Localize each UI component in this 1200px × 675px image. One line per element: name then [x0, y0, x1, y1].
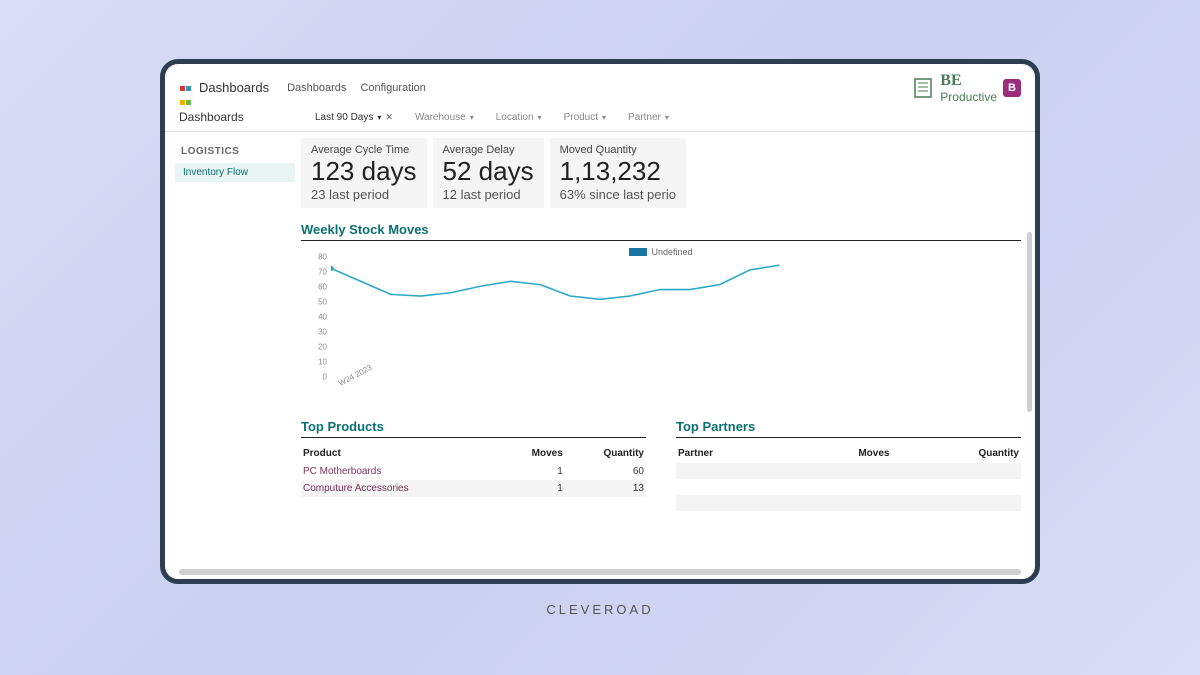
logo-be: BE [940, 72, 961, 89]
filter-label: Last 90 Days [315, 112, 373, 123]
table-row[interactable]: PC Motherboards160 [301, 463, 646, 480]
filter-label: Warehouse [415, 112, 466, 123]
chart-ytick: 30 [305, 327, 327, 336]
chart-ytick: 70 [305, 267, 327, 276]
filter-label: Location [496, 112, 534, 123]
chart-title: Weekly Stock Moves [301, 222, 1021, 241]
top-products-table: Product Moves Quantity PC Motherboards16… [301, 444, 646, 497]
logo-productive: Productive [940, 90, 997, 104]
table-row [676, 495, 1021, 511]
cell-moves: 1 [501, 480, 565, 497]
chart-ytick: 10 [305, 357, 327, 366]
top-partners-table: Partner Moves Quantity [676, 444, 1021, 511]
table-row[interactable]: Computure Accessories113 [301, 480, 646, 497]
kpi-sub: 23 last period [311, 187, 417, 202]
kpi-label: Average Cycle Time [311, 144, 417, 156]
filter-label: Product [564, 112, 598, 123]
top-partners-title: Top Partners [676, 419, 1021, 438]
cell-quantity: 13 [565, 480, 646, 497]
chart-ytick: 40 [305, 312, 327, 321]
logo: BE Productive B [912, 72, 1021, 104]
chart-ytick: 50 [305, 297, 327, 306]
chart-line [331, 265, 780, 299]
app-icon [179, 81, 193, 95]
col-quantity: Quantity [565, 444, 646, 463]
kpi-label: Moved Quantity [560, 144, 676, 156]
chevron-down-icon: ▾ [470, 113, 474, 122]
notebook-icon [912, 77, 934, 99]
chart-ytick: 20 [305, 342, 327, 351]
col-moves: Moves [501, 444, 565, 463]
legend-swatch [629, 248, 647, 256]
top-products-title: Top Products [301, 419, 646, 438]
chart: Undefined W24 2023 01020304050607080 [301, 247, 1021, 407]
chart-ytick: 0 [305, 372, 327, 381]
cell-quantity: 60 [565, 463, 646, 480]
col-partner: Partner [676, 444, 789, 463]
filter-label: Partner [628, 112, 661, 123]
table-row [676, 479, 1021, 495]
chevron-down-icon: ▾ [602, 113, 606, 122]
app-title: Dashboards [199, 80, 269, 95]
chart-area: W24 2023 01020304050607080 [331, 257, 1021, 387]
kpi-row: Average Cycle Time 123 days 23 last peri… [301, 138, 1021, 208]
top-products: Top Products Product Moves Quantity PC M… [301, 419, 646, 511]
cell-moves: 1 [501, 463, 565, 480]
chevron-down-icon: ▾ [665, 113, 669, 122]
dashboard-body: LOGISTICS Inventory Flow Average Cycle T… [165, 132, 1035, 579]
sidebar-heading: LOGISTICS [175, 142, 295, 161]
filter-date-range[interactable]: Last 90 Days ▾ ✕ [309, 110, 399, 125]
table-row [676, 463, 1021, 479]
top-nav: Dashboards Dashboards Configuration BE P… [165, 64, 1035, 108]
filter-warehouse[interactable]: Warehouse ▾ [409, 110, 480, 125]
filter-row: Dashboards Last 90 Days ▾ ✕ Warehouse ▾ … [165, 108, 1035, 132]
filter-location[interactable]: Location ▾ [490, 110, 548, 125]
scrollbar-horizontal[interactable] [179, 569, 1021, 575]
col-quantity: Quantity [891, 444, 1021, 463]
close-icon[interactable]: ✕ [385, 112, 393, 123]
logo-badge: B [1003, 79, 1021, 97]
top-partners: Top Partners Partner Moves Quantity [676, 419, 1021, 511]
filter-product[interactable]: Product ▾ [558, 110, 612, 125]
chart-ytick: 80 [305, 252, 327, 261]
tops-row: Top Products Product Moves Quantity PC M… [301, 419, 1021, 511]
kpi-value: 1,13,232 [560, 156, 676, 187]
kpi-moved-qty: Moved Quantity 1,13,232 63% since last p… [550, 138, 686, 208]
chart-legend: Undefined [301, 247, 1021, 257]
chart-ytick: 60 [305, 282, 327, 291]
kpi-value: 123 days [311, 156, 417, 187]
filter-partner[interactable]: Partner ▾ [622, 110, 675, 125]
kpi-value: 52 days [443, 156, 534, 187]
col-moves: Moves [789, 444, 891, 463]
kpi-sub: 12 last period [443, 187, 534, 202]
cell-product: PC Motherboards [301, 463, 501, 480]
chevron-down-icon: ▾ [538, 113, 542, 122]
sidebar-item-inventory-flow[interactable]: Inventory Flow [175, 163, 295, 182]
kpi-delay: Average Delay 52 days 12 last period [433, 138, 544, 208]
footer-brand: CLEVEROAD [546, 602, 653, 617]
kpi-cycle-time: Average Cycle Time 123 days 23 last peri… [301, 138, 427, 208]
nav-link-configuration[interactable]: Configuration [360, 82, 425, 94]
kpi-sub: 63% since last perio [560, 187, 676, 202]
main-content: Average Cycle Time 123 days 23 last peri… [295, 132, 1035, 579]
breadcrumb: Dashboards [179, 110, 309, 124]
col-product: Product [301, 444, 501, 463]
sidebar: LOGISTICS Inventory Flow [165, 132, 295, 579]
app-window: Dashboards Dashboards Configuration BE P… [160, 59, 1040, 584]
cell-product: Computure Accessories [301, 480, 501, 497]
chevron-down-icon: ▾ [377, 113, 381, 122]
chart-svg [331, 257, 1021, 387]
legend-label: Undefined [651, 247, 692, 257]
scrollbar-vertical[interactable] [1027, 232, 1032, 412]
kpi-label: Average Delay [443, 144, 534, 156]
nav-link-dashboards[interactable]: Dashboards [287, 82, 346, 94]
